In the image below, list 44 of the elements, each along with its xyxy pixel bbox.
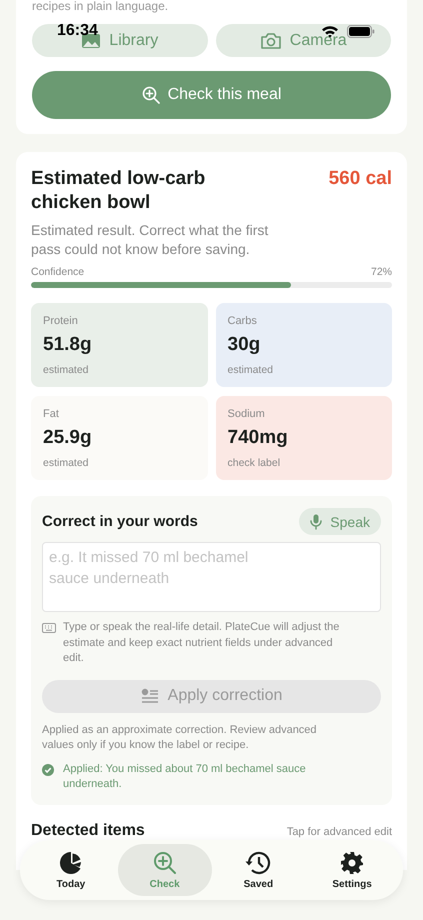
speak-button[interactable]: Speak bbox=[299, 508, 381, 535]
correction-title: Correct in your words bbox=[42, 513, 198, 530]
zoom-in-icon bbox=[142, 86, 160, 104]
zoom-in-icon bbox=[152, 850, 177, 874]
correction-hint: Type or speak the real-life detail. PlateCue will adjust the estimate and keep exact nutrient fields under advanced edit. bbox=[63, 620, 340, 666]
confidence-value: 72% bbox=[370, 266, 392, 278]
camera-icon bbox=[260, 32, 282, 50]
correction-note: Applied as an approximate correction. Review advanced values only if you know the label or recipe. bbox=[42, 722, 318, 753]
settings-icon bbox=[340, 850, 364, 874]
detected-items-title: Detected items bbox=[31, 822, 145, 840]
nutrient-note: estimated bbox=[43, 457, 89, 469]
pie-chart-icon bbox=[58, 850, 83, 874]
applied-message: Applied: You missed about 70 ml bechamel sauce underneath. bbox=[63, 762, 307, 792]
nutrient-note: check label bbox=[228, 457, 280, 469]
nutrient-note: estimated bbox=[228, 364, 274, 376]
confidence-label: Confidence bbox=[31, 266, 84, 278]
status-time: 16:34 bbox=[57, 22, 98, 40]
meal-title: Estimated low-carb chicken bowl bbox=[31, 167, 206, 215]
calories-value: 560 cal bbox=[328, 167, 392, 191]
checklist-icon bbox=[140, 688, 159, 704]
nutrient-value: 30g bbox=[228, 334, 260, 356]
saved-tab[interactable]: Saved bbox=[212, 844, 306, 896]
intro-text: recipes in plain language. bbox=[32, 0, 170, 10]
nutrient-name: Sodium bbox=[228, 408, 265, 420]
camera-button[interactable]: Camera bbox=[216, 24, 391, 57]
microphone-icon bbox=[310, 514, 322, 530]
nutrient-value: 51.8g bbox=[43, 334, 92, 356]
check-meal-button[interactable]: Check this meal bbox=[32, 71, 391, 119]
nutrient-name: Fat bbox=[43, 408, 59, 420]
battery-icon bbox=[347, 24, 375, 38]
keyboard-icon bbox=[42, 623, 56, 633]
advanced-edit-hint: Tap for advanced edit bbox=[286, 826, 392, 838]
nutrient-value: 740mg bbox=[228, 427, 288, 449]
nutrient-name: Carbs bbox=[228, 315, 257, 327]
nutrient-name: Protein bbox=[43, 315, 78, 327]
nutrient-value: 25.9g bbox=[43, 427, 92, 449]
history-icon bbox=[245, 850, 272, 874]
today-tab[interactable]: Today bbox=[24, 844, 118, 896]
result-description: Estimated result. Correct what the first pass could not know before saving. bbox=[31, 221, 270, 259]
nutrient-note: estimated bbox=[43, 364, 89, 376]
check-circle-icon bbox=[42, 764, 54, 776]
check-tab[interactable]: Check bbox=[118, 844, 212, 896]
settings-tab[interactable]: Settings bbox=[305, 844, 399, 896]
correction-input-field[interactable]: e.g. It missed 70 ml bechamel sauce underneath bbox=[42, 542, 381, 612]
